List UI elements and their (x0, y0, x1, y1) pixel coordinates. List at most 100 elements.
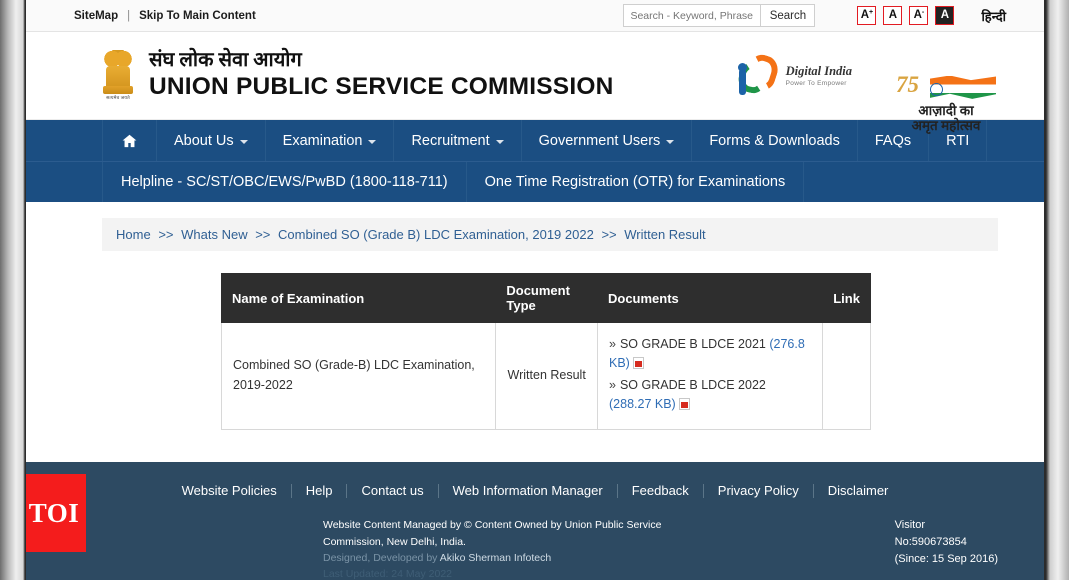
nav-secondary-row: Helpline - SC/ST/OBC/EWS/PwBD (1800-118-… (26, 161, 1044, 202)
breadcrumb-area: Home >> Whats New >> Combined SO (Grade … (26, 202, 1044, 251)
document-link-row[interactable]: » SO GRADE B LDCE 2022 (288.27 KB) (609, 376, 811, 415)
nav-item-recruitment[interactable]: Recruitment (394, 120, 522, 161)
sitemap-link[interactable]: SiteMap (74, 10, 118, 22)
breadcrumb-item-home[interactable]: Home (116, 227, 151, 242)
hindi-language-link[interactable]: हिन्दी (981, 7, 1006, 25)
font-decrease-label: A (913, 8, 922, 21)
footer-link-feedback[interactable]: Feedback (618, 483, 704, 499)
digital-india-text: Digital India Power To Empower (786, 64, 852, 87)
pdf-icon[interactable] (632, 357, 644, 370)
footer-link-contact-us[interactable]: Contact us (347, 483, 439, 499)
document-label[interactable]: SO GRADE B LDCE 2022 (620, 378, 766, 392)
search-input[interactable] (623, 4, 762, 27)
toi-watermark-logo: TOI (26, 474, 86, 552)
nav-item-one-time-registration[interactable]: One Time Registration (OTR) for Examinat… (467, 162, 805, 202)
footer-link-website-policies[interactable]: Website Policies (168, 483, 292, 499)
document-bullet-icon: » (609, 337, 616, 351)
footer-content-managed-line2: Commission, New Delhi, India. (323, 535, 466, 548)
visitor-counter: Visitor No:590673854 (Since: 15 Sep 2016… (895, 517, 998, 580)
document-label[interactable]: SO GRADE B LDCE 2021 (620, 337, 766, 351)
di-blue-stem (738, 68, 746, 95)
nav-item-examination[interactable]: Examination (266, 120, 395, 161)
breadcrumb-item-examination[interactable]: Combined SO (Grade B) LDC Examination, 2… (278, 227, 594, 242)
table-body: Combined SO (Grade-B) LDC Examination, 2… (220, 322, 871, 430)
footer-body: Website Content Managed by © Content Own… (26, 498, 1044, 580)
top-utility-left: SiteMap | Skip To Main Content (74, 10, 256, 22)
breadcrumb-separator: >> (601, 227, 617, 242)
column-header-document-type: Document Type (495, 273, 598, 323)
skip-to-main-content-link[interactable]: Skip To Main Content (139, 10, 256, 22)
table-row: Combined SO (Grade-B) LDC Examination, 2… (220, 322, 871, 430)
azadi-line-2: अमृत महोत्सव (911, 117, 981, 133)
footer-designed-by-row: Designed, Developed by Akiko Sherman Inf… (323, 550, 661, 566)
breadcrumb-separator: >> (158, 227, 174, 242)
font-increase-label: A (860, 8, 870, 21)
visitor-label: Visitor (894, 519, 926, 532)
footer-link-privacy-policy[interactable]: Privacy Policy (704, 483, 814, 499)
footer-links: Website Policies Help Contact us Web Inf… (26, 462, 1044, 499)
nav-label-recruitment: Recruitment (411, 132, 490, 149)
masthead: सत्यमेव जयते संघ लोक सेवा आयोग UNION PUB… (26, 32, 1044, 133)
nav-item-home[interactable] (102, 120, 157, 161)
azadi-chakra-icon (930, 82, 943, 96)
breadcrumb: Home >> Whats New >> Combined SO (Grade … (102, 218, 998, 251)
high-contrast-toggle-button[interactable]: A (935, 6, 955, 25)
high-contrast-label: A (940, 8, 950, 21)
digital-india-icon (733, 50, 782, 99)
footer-content-managed-line1: Website Content Managed by © Content Own… (323, 519, 662, 532)
breadcrumb-item-written-result[interactable]: Written Result (624, 227, 705, 242)
nav-item-about-us[interactable]: About Us (157, 120, 266, 161)
chevron-down-icon (368, 140, 377, 144)
pdf-icon[interactable] (678, 398, 690, 411)
brand-block[interactable]: सत्यमेव जयते संघ लोक सेवा आयोग UNION PUB… (101, 48, 614, 104)
font-increase-button[interactable]: A + (857, 6, 877, 25)
footer-link-disclaimer[interactable]: Disclaimer (814, 483, 903, 498)
page-footer: Website Policies Help Contact us Web Inf… (26, 462, 1044, 580)
chevron-down-icon (495, 140, 504, 144)
emblem-base (103, 85, 133, 94)
nav-item-helpline[interactable]: Helpline - SC/ST/OBC/EWS/PwBD (1800-118-… (102, 162, 467, 202)
table-head: Name of Examination Document Type Docume… (220, 273, 871, 323)
font-decrease-button[interactable]: A- (909, 6, 929, 25)
table-header-row: Name of Examination Document Type Docume… (220, 273, 871, 323)
emblem-body (106, 65, 130, 88)
digital-india-name: Digital India (785, 64, 852, 78)
document-link-row[interactable]: » SO GRADE B LDCE 2021 (276.8 KB) (609, 335, 811, 374)
chevron-down-icon (239, 140, 248, 144)
cell-examination-name: Combined SO (Grade-B) LDC Examination, 2… (220, 322, 497, 430)
brand-text: संघ लोक सेवा आयोग UNION PUBLIC SERVICE C… (149, 49, 614, 101)
footer-designed-prefix: Designed, Developed by (323, 551, 438, 564)
font-decrease-sup: - (921, 9, 925, 16)
column-header-name-of-examination: Name of Examination (220, 273, 497, 323)
di-blue-dot (737, 62, 747, 72)
font-normal-button[interactable]: A (883, 6, 903, 25)
nav-item-forms-downloads[interactable]: Forms & Downloads (692, 120, 858, 161)
azadi-75-number: 75 (896, 71, 919, 97)
cell-link (822, 322, 871, 430)
footer-link-help[interactable]: Help (292, 483, 348, 499)
top-utility-right: Search A+ A A- A हिन्दी (623, 4, 1006, 27)
breadcrumb-item-whats-new[interactable]: Whats New (181, 227, 247, 242)
search-button[interactable]: Search (761, 4, 816, 27)
font-increase-sup: + (869, 9, 874, 16)
column-header-link: Link (822, 273, 871, 323)
written-result-table: Name of Examination Document Type Docume… (220, 273, 871, 430)
nav-label-rti: RTI (946, 132, 970, 149)
footer-content-info: Website Content Managed by © Content Own… (323, 517, 661, 580)
document-bullet-icon: » (609, 377, 616, 392)
topbar-separator: | (127, 9, 131, 22)
breadcrumb-separator: >> (255, 227, 271, 242)
column-header-documents: Documents (596, 273, 824, 323)
top-utility-bar: SiteMap | Skip To Main Content Search A+… (26, 0, 1044, 32)
footer-link-web-information-manager[interactable]: Web Information Manager (439, 483, 618, 499)
digital-india-logo[interactable]: Digital India Power To Empower (733, 50, 852, 99)
masthead-logos: Digital India Power To Empower 75 आज़ादी… (733, 50, 1002, 133)
footer-designer-name[interactable]: Akiko Sherman Infotech (440, 552, 551, 564)
nav-item-government-users[interactable]: Government Users (522, 120, 693, 161)
footer-last-updated: Last Updated: 24 May 2022 (323, 568, 453, 580)
home-icon (122, 134, 137, 147)
nav-label-faqs: FAQs (874, 132, 912, 149)
organisation-english-title: UNION PUBLIC SERVICE COMMISSION (149, 73, 614, 101)
organisation-hindi-title: संघ लोक सेवा आयोग (149, 49, 302, 72)
national-emblem-icon: सत्यमेव जयते (101, 48, 135, 104)
